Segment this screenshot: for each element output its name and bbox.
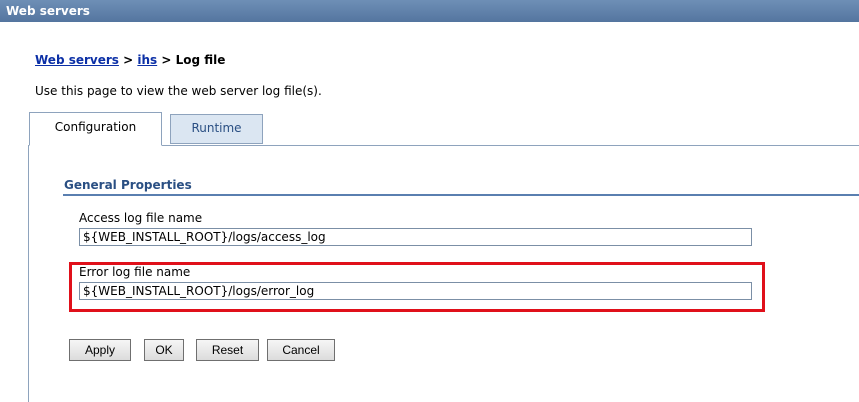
apply-button[interactable]: Apply bbox=[69, 339, 131, 361]
cancel-button[interactable]: Cancel bbox=[267, 339, 335, 361]
panel-border-top bbox=[162, 145, 859, 146]
tab-runtime[interactable]: Runtime bbox=[170, 114, 263, 144]
window-title-bar: Web servers bbox=[0, 0, 859, 22]
breadcrumb-separator: > bbox=[118, 53, 138, 67]
access-log-label: Access log file name bbox=[79, 211, 203, 225]
breadcrumb-current: Log file bbox=[175, 53, 226, 67]
ok-button[interactable]: OK bbox=[144, 339, 184, 361]
panel-border-left bbox=[28, 145, 29, 402]
section-divider bbox=[63, 194, 859, 196]
breadcrumb: Web servers > ihs > Log file bbox=[35, 53, 225, 67]
error-log-label: Error log file name bbox=[79, 265, 191, 279]
page-description: Use this page to view the web server log… bbox=[35, 84, 322, 98]
tab-configuration[interactable]: Configuration bbox=[29, 112, 162, 146]
breadcrumb-separator: > bbox=[157, 53, 176, 67]
error-log-field[interactable]: ${WEB_INSTALL_ROOT}/logs/error_log bbox=[79, 282, 752, 300]
access-log-field[interactable]: ${WEB_INSTALL_ROOT}/logs/access_log bbox=[79, 228, 752, 246]
breadcrumb-ihs-link[interactable]: ihs bbox=[137, 53, 157, 67]
breadcrumb-web-servers-link[interactable]: Web servers bbox=[35, 53, 119, 67]
general-properties-heading: General Properties bbox=[64, 178, 192, 192]
reset-button[interactable]: Reset bbox=[196, 339, 259, 361]
